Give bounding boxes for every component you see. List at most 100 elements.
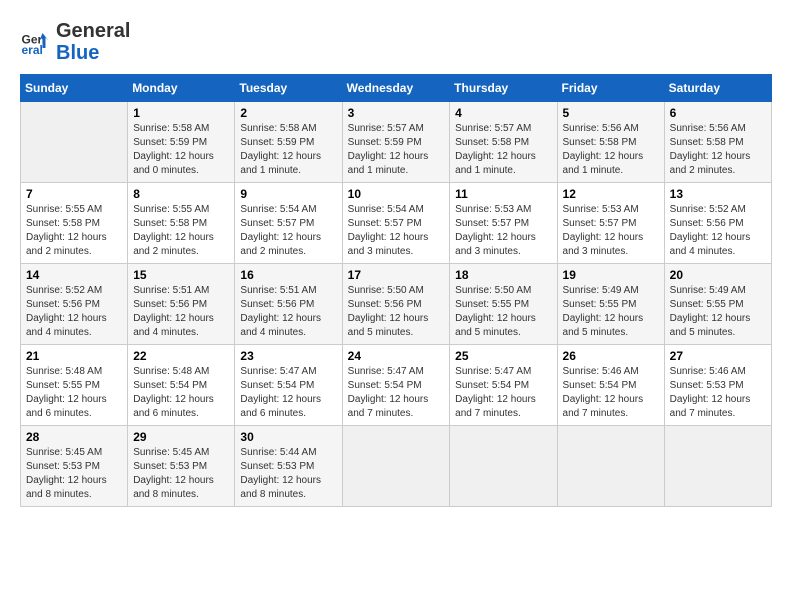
logo-icon: Gen eral [20, 27, 50, 57]
day-info: Sunrise: 5:51 AM Sunset: 5:56 PM Dayligh… [133, 284, 229, 340]
calendar-cell: 1 Sunrise: 5:58 AM Sunset: 5:59 PM Daylig… [128, 102, 235, 183]
calendar-cell: 4 Sunrise: 5:57 AM Sunset: 5:58 PM Daylig… [450, 102, 557, 183]
day-number: 6 [670, 106, 766, 120]
calendar-cell: 14 Sunrise: 5:52 AM Sunset: 5:56 PM Dayli… [21, 264, 128, 345]
day-number: 11 [455, 187, 551, 201]
day-number: 29 [133, 430, 229, 444]
calendar-cell: 20 Sunrise: 5:49 AM Sunset: 5:55 PM Dayli… [664, 264, 771, 345]
day-number: 7 [26, 187, 122, 201]
day-number: 25 [455, 349, 551, 363]
day-header-wednesday: Wednesday [342, 75, 450, 102]
day-number: 9 [240, 187, 336, 201]
day-info: Sunrise: 5:58 AM Sunset: 5:59 PM Dayligh… [133, 122, 229, 178]
calendar-week-row: 21 Sunrise: 5:48 AM Sunset: 5:55 PM Dayli… [21, 345, 772, 426]
day-number: 16 [240, 268, 336, 282]
day-number: 20 [670, 268, 766, 282]
calendar-cell: 24 Sunrise: 5:47 AM Sunset: 5:54 PM Dayli… [342, 345, 450, 426]
day-number: 4 [455, 106, 551, 120]
day-number: 30 [240, 430, 336, 444]
calendar-cell: 17Sunrise: 5:50 AM Sunset: 5:56 PM Dayli… [342, 264, 450, 345]
calendar-cell: 18 Sunrise: 5:50 AM Sunset: 5:55 PM Dayli… [450, 264, 557, 345]
calendar-cell: 10 Sunrise: 5:54 AM Sunset: 5:57 PM Dayli… [342, 183, 450, 264]
day-number: 22 [133, 349, 229, 363]
svg-text:eral: eral [22, 43, 43, 57]
day-info: Sunrise: 5:46 AM Sunset: 5:53 PM Dayligh… [670, 365, 766, 421]
day-info: Sunrise: 5:52 AM Sunset: 5:56 PM Dayligh… [670, 203, 766, 259]
calendar-cell: 23 Sunrise: 5:47 AM Sunset: 5:54 PM Dayli… [235, 345, 342, 426]
day-info: Sunrise: 5:54 AM Sunset: 5:57 PM Dayligh… [348, 203, 445, 259]
calendar-cell: 16 Sunrise: 5:51 AM Sunset: 5:56 PM Dayli… [235, 264, 342, 345]
calendar-cell [342, 426, 450, 507]
calendar-week-row: 14 Sunrise: 5:52 AM Sunset: 5:56 PM Dayli… [21, 264, 772, 345]
calendar-cell: 11 Sunrise: 5:53 AM Sunset: 5:57 PM Dayli… [450, 183, 557, 264]
day-number: 12 [563, 187, 659, 201]
day-info: Sunrise: 5:47 AM Sunset: 5:54 PM Dayligh… [348, 365, 445, 421]
day-info: Sunrise: 5:58 AM Sunset: 5:59 PM Dayligh… [240, 122, 336, 178]
day-header-monday: Monday [128, 75, 235, 102]
day-info: Sunrise: 5:50 AM Sunset: 5:56 PM Dayligh… [348, 284, 445, 340]
calendar-cell: 3Sunrise: 5:57 AM Sunset: 5:59 PM Daylig… [342, 102, 450, 183]
day-number: 5 [563, 106, 659, 120]
day-info: Sunrise: 5:57 AM Sunset: 5:58 PM Dayligh… [455, 122, 551, 178]
calendar-cell: 13Sunrise: 5:52 AM Sunset: 5:56 PM Dayli… [664, 183, 771, 264]
calendar-cell: 5 Sunrise: 5:56 AM Sunset: 5:58 PM Daylig… [557, 102, 664, 183]
calendar-cell: 7 Sunrise: 5:55 AM Sunset: 5:58 PM Daylig… [21, 183, 128, 264]
day-info: Sunrise: 5:49 AM Sunset: 5:55 PM Dayligh… [670, 284, 766, 340]
calendar-cell: 29 Sunrise: 5:45 AM Sunset: 5:53 PM Dayli… [128, 426, 235, 507]
day-info: Sunrise: 5:48 AM Sunset: 5:55 PM Dayligh… [26, 365, 122, 421]
day-number: 10 [348, 187, 445, 201]
logo-text: General Blue [56, 20, 130, 64]
calendar-cell: 19 Sunrise: 5:49 AM Sunset: 5:55 PM Dayli… [557, 264, 664, 345]
day-info: Sunrise: 5:47 AM Sunset: 5:54 PM Dayligh… [240, 365, 336, 421]
day-info: Sunrise: 5:53 AM Sunset: 5:57 PM Dayligh… [563, 203, 659, 259]
calendar-cell: 22 Sunrise: 5:48 AM Sunset: 5:54 PM Dayli… [128, 345, 235, 426]
calendar-header-row: SundayMondayTuesdayWednesdayThursdayFrid… [21, 75, 772, 102]
day-number: 18 [455, 268, 551, 282]
calendar-cell: 15 Sunrise: 5:51 AM Sunset: 5:56 PM Dayli… [128, 264, 235, 345]
day-info: Sunrise: 5:56 AM Sunset: 5:58 PM Dayligh… [670, 122, 766, 178]
calendar-table: SundayMondayTuesdayWednesdayThursdayFrid… [20, 74, 772, 507]
day-info: Sunrise: 5:54 AM Sunset: 5:57 PM Dayligh… [240, 203, 336, 259]
day-info: Sunrise: 5:57 AM Sunset: 5:59 PM Dayligh… [348, 122, 445, 178]
calendar-cell: 25Sunrise: 5:47 AM Sunset: 5:54 PM Dayli… [450, 345, 557, 426]
day-info: Sunrise: 5:50 AM Sunset: 5:55 PM Dayligh… [455, 284, 551, 340]
day-number: 21 [26, 349, 122, 363]
logo: Gen eral General Blue [20, 20, 130, 64]
calendar-cell: 8 Sunrise: 5:55 AM Sunset: 5:58 PM Daylig… [128, 183, 235, 264]
day-info: Sunrise: 5:56 AM Sunset: 5:58 PM Dayligh… [563, 122, 659, 178]
calendar-cell: 6 Sunrise: 5:56 AM Sunset: 5:58 PM Daylig… [664, 102, 771, 183]
day-info: Sunrise: 5:52 AM Sunset: 5:56 PM Dayligh… [26, 284, 122, 340]
page-header: Gen eral General Blue [20, 20, 772, 64]
calendar-week-row: 1 Sunrise: 5:58 AM Sunset: 5:59 PM Daylig… [21, 102, 772, 183]
day-number: 24 [348, 349, 445, 363]
day-number: 19 [563, 268, 659, 282]
day-header-tuesday: Tuesday [235, 75, 342, 102]
day-info: Sunrise: 5:48 AM Sunset: 5:54 PM Dayligh… [133, 365, 229, 421]
day-number: 27 [670, 349, 766, 363]
day-number: 26 [563, 349, 659, 363]
calendar-cell [664, 426, 771, 507]
calendar-week-row: 28Sunrise: 5:45 AM Sunset: 5:53 PM Dayli… [21, 426, 772, 507]
day-info: Sunrise: 5:49 AM Sunset: 5:55 PM Dayligh… [563, 284, 659, 340]
day-info: Sunrise: 5:45 AM Sunset: 5:53 PM Dayligh… [26, 446, 122, 502]
day-info: Sunrise: 5:45 AM Sunset: 5:53 PM Dayligh… [133, 446, 229, 502]
day-number: 8 [133, 187, 229, 201]
day-header-saturday: Saturday [664, 75, 771, 102]
day-number: 2 [240, 106, 336, 120]
calendar-week-row: 7 Sunrise: 5:55 AM Sunset: 5:58 PM Daylig… [21, 183, 772, 264]
calendar-cell [557, 426, 664, 507]
calendar-cell: 2 Sunrise: 5:58 AM Sunset: 5:59 PM Daylig… [235, 102, 342, 183]
day-info: Sunrise: 5:55 AM Sunset: 5:58 PM Dayligh… [26, 203, 122, 259]
day-info: Sunrise: 5:53 AM Sunset: 5:57 PM Dayligh… [455, 203, 551, 259]
day-info: Sunrise: 5:51 AM Sunset: 5:56 PM Dayligh… [240, 284, 336, 340]
day-header-sunday: Sunday [21, 75, 128, 102]
calendar-cell: 26Sunrise: 5:46 AM Sunset: 5:54 PM Dayli… [557, 345, 664, 426]
day-number: 15 [133, 268, 229, 282]
calendar-cell: 28Sunrise: 5:45 AM Sunset: 5:53 PM Dayli… [21, 426, 128, 507]
day-number: 14 [26, 268, 122, 282]
day-number: 1 [133, 106, 229, 120]
calendar-cell: 12 Sunrise: 5:53 AM Sunset: 5:57 PM Dayli… [557, 183, 664, 264]
calendar-cell: 30Sunrise: 5:44 AM Sunset: 5:53 PM Dayli… [235, 426, 342, 507]
day-info: Sunrise: 5:55 AM Sunset: 5:58 PM Dayligh… [133, 203, 229, 259]
day-number: 23 [240, 349, 336, 363]
